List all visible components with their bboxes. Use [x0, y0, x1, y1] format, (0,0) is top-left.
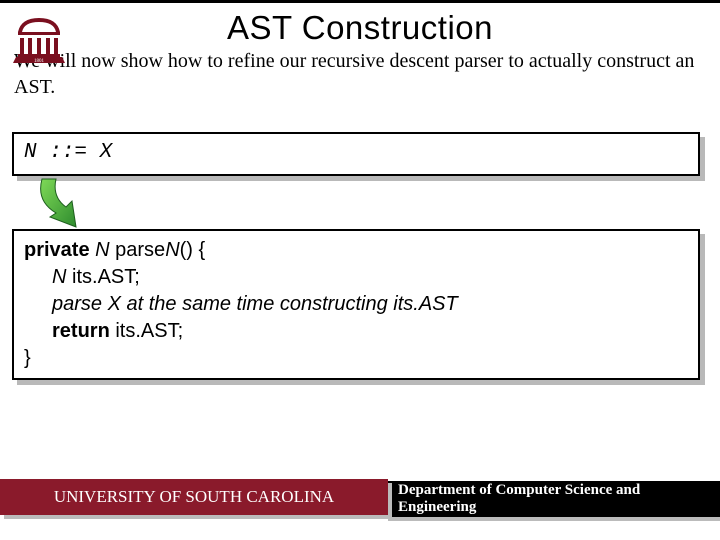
code-box: private N parseN() { N its.AST; parse X … [12, 229, 700, 380]
grammar-box: N ::= X [12, 132, 700, 176]
code-line-4: return its.AST; [52, 318, 688, 345]
footer-bar: UNIVERSITY OF SOUTH CAROLINA Department … [0, 476, 720, 518]
code-line-1: private N parseN() { [24, 237, 688, 264]
page-title: AST Construction [0, 3, 720, 47]
code-line-2: N its.AST; [52, 264, 688, 291]
usc-logo: 1801 [8, 8, 70, 70]
code-line-3: parse X at the same time constructing it… [52, 291, 688, 318]
svg-text:1801: 1801 [34, 59, 45, 64]
footer-department: Department of Computer Science and Engin… [384, 481, 720, 517]
grammar-rule: N ::= X [24, 141, 112, 164]
code-line-5: } [24, 345, 688, 372]
intro-text: We will now show how to refine our recur… [0, 47, 720, 100]
footer-university: UNIVERSITY OF SOUTH CAROLINA [0, 479, 388, 515]
derives-arrow-icon [36, 177, 96, 232]
